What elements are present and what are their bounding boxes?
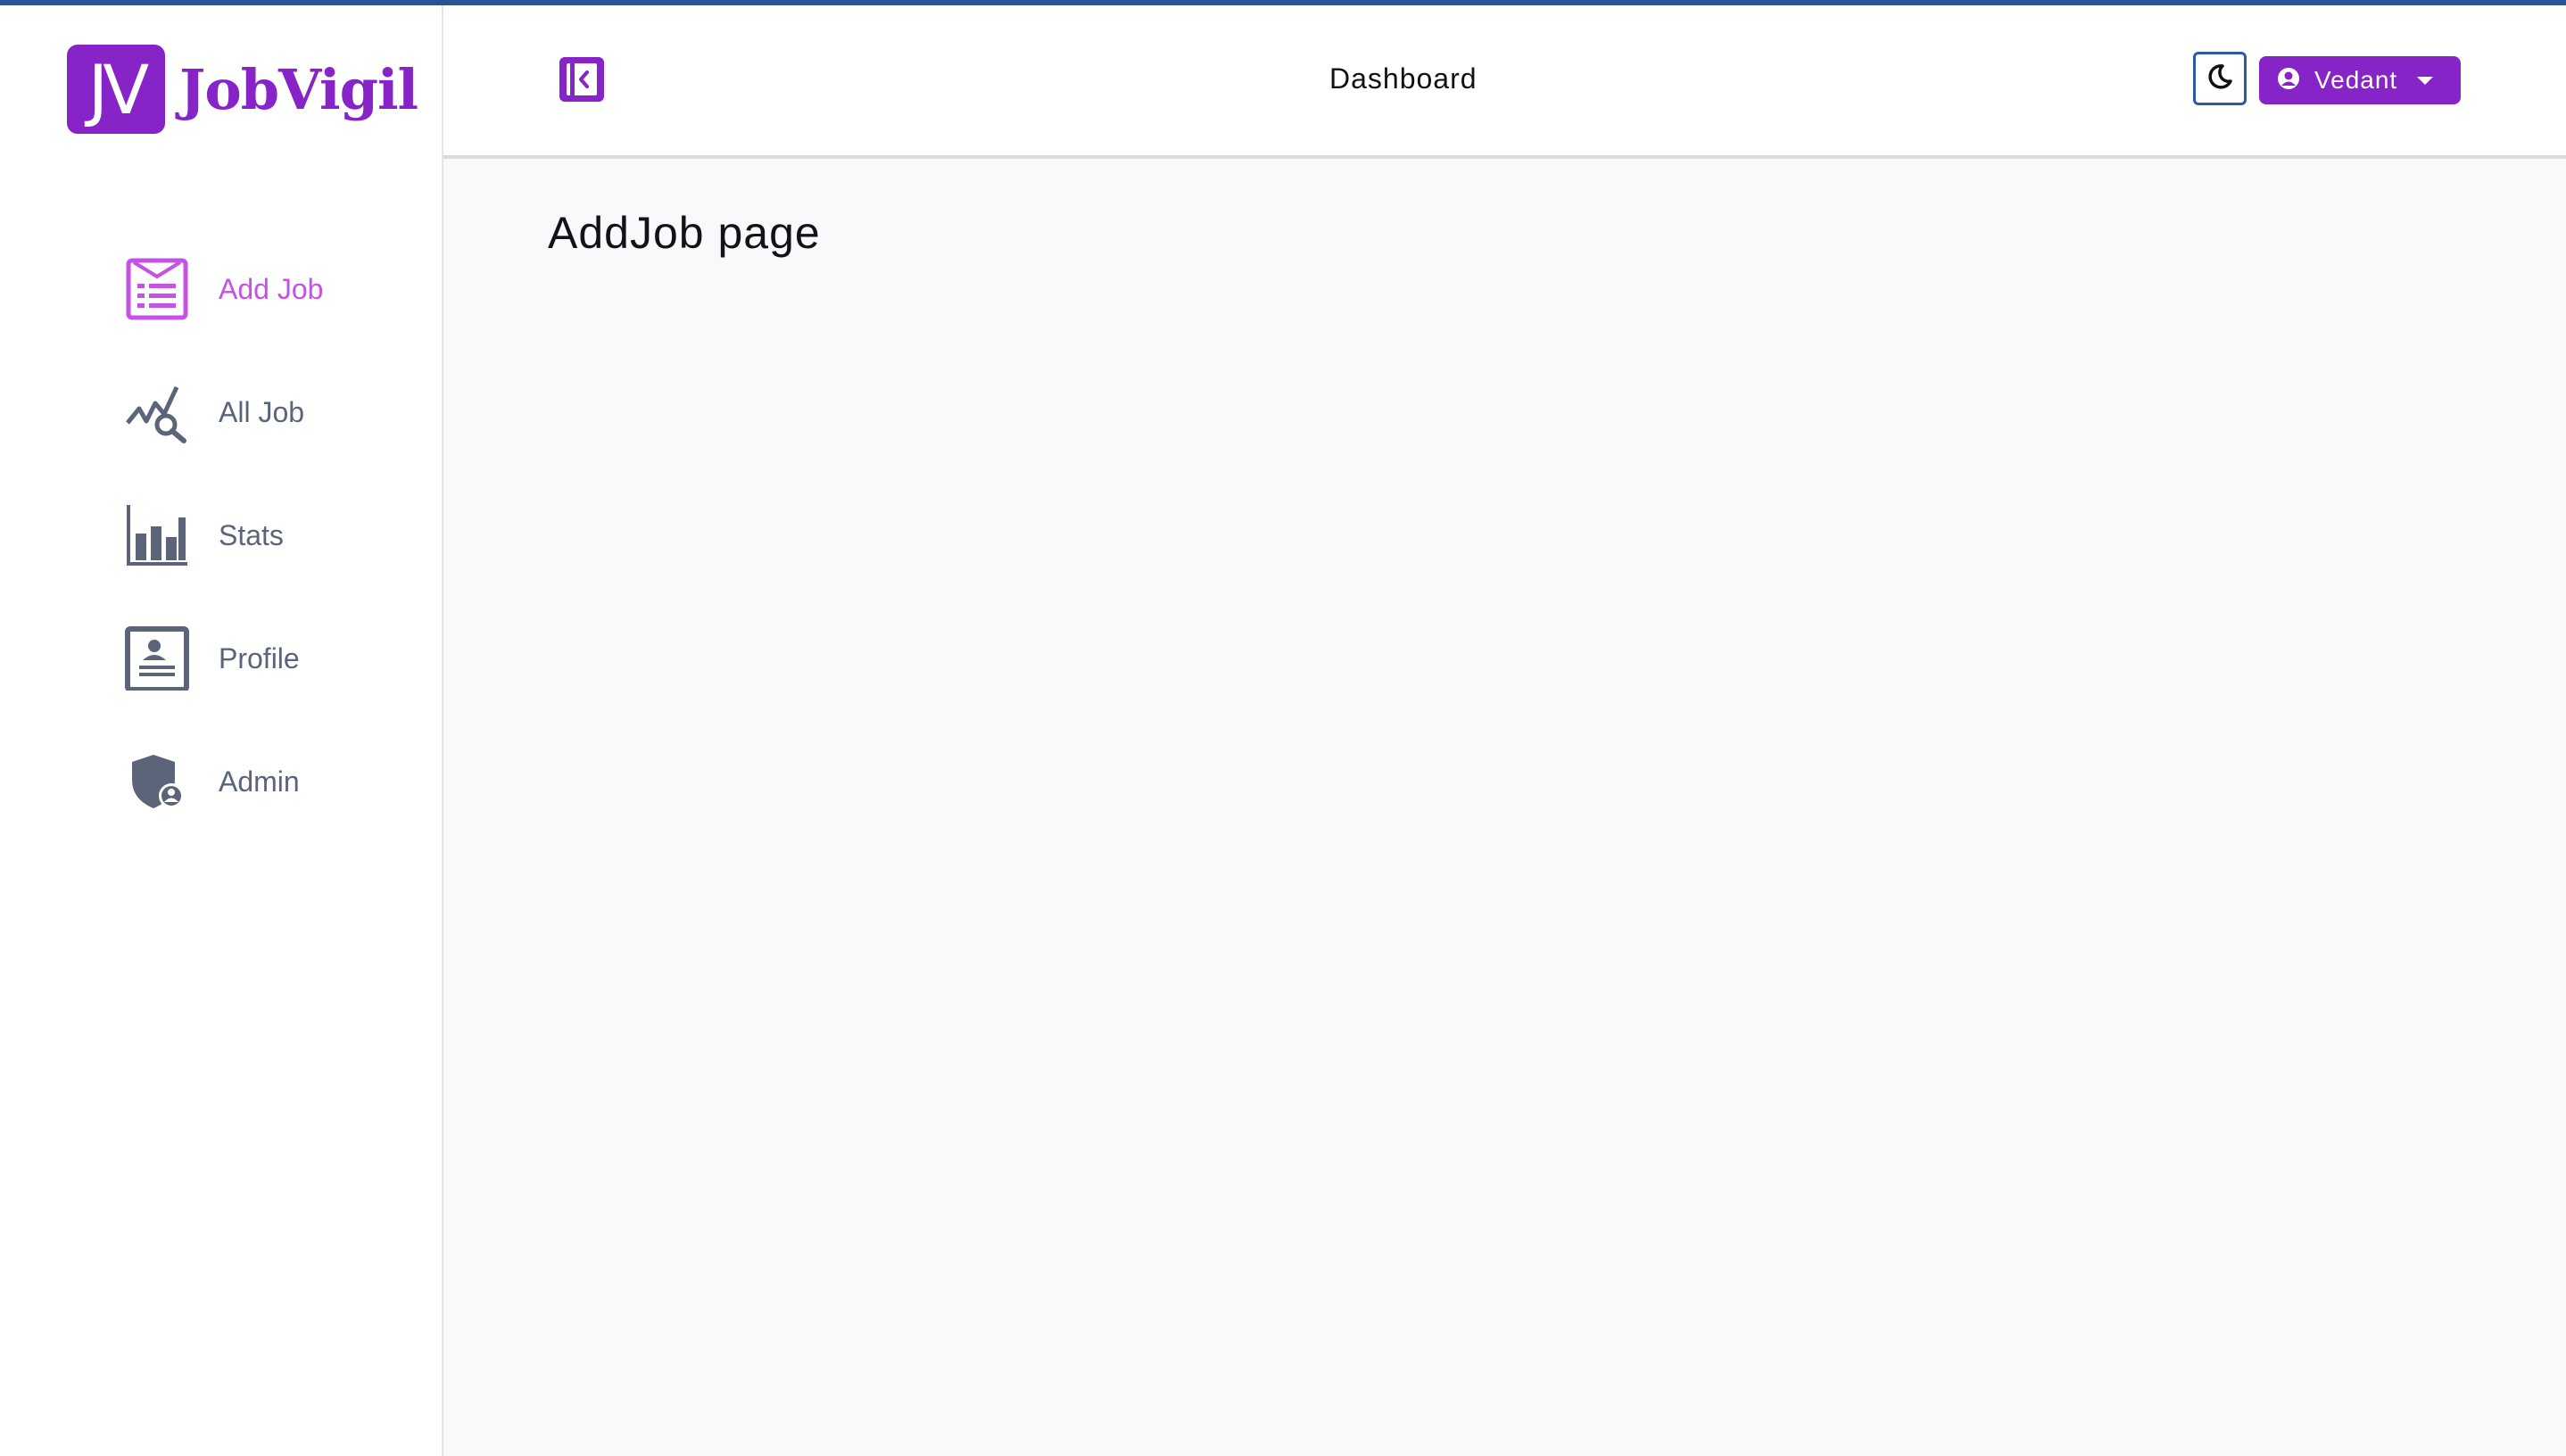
job-search-chart-icon — [125, 376, 189, 448]
admin-shield-icon — [125, 746, 189, 817]
sidebar-item-admin[interactable]: Admin — [125, 746, 323, 817]
user-name: Vedant — [2314, 66, 2398, 94]
theme-toggle-button[interactable] — [2193, 52, 2247, 105]
page-title: Dashboard — [1329, 62, 1478, 95]
sidebar-item-label: Add Job — [219, 272, 324, 305]
logo-mark: JV — [67, 45, 165, 134]
sidebar-toggle-button[interactable] — [558, 55, 606, 103]
main-content: AddJob page — [443, 159, 2566, 1456]
add-job-form-icon — [125, 253, 189, 325]
user-menu-button[interactable]: Vedant — [2259, 56, 2461, 104]
sidebar-item-add-job[interactable]: Add Job — [125, 253, 323, 325]
brand-name: JobVigil — [179, 56, 418, 122]
sidebar-toggle-icon — [558, 57, 606, 107]
sidebar-item-stats[interactable]: Stats — [125, 500, 323, 571]
page-heading: AddJob page — [548, 208, 821, 258]
moon-icon — [2206, 63, 2233, 95]
sidebar-item-label: All Job — [219, 395, 305, 428]
brand-logo[interactable]: JV JobVigil — [67, 45, 418, 134]
user-circle-icon — [2277, 67, 2300, 95]
sidebar-item-label: Stats — [219, 518, 284, 551]
sidebar-item-label: Profile — [219, 641, 300, 674]
bar-chart-icon — [125, 500, 189, 571]
caret-down-icon — [2417, 76, 2434, 85]
top-header: Dashboard Vedant — [443, 5, 2566, 159]
sidebar-item-profile[interactable]: Profile — [125, 623, 323, 694]
sidebar: JV JobVigil Add Job All Job Stats Profil… — [0, 5, 443, 1456]
sidebar-nav: Add Job All Job Stats Profile Admin — [125, 253, 323, 869]
sidebar-item-all-job[interactable]: All Job — [125, 376, 323, 448]
sidebar-item-label: Admin — [219, 765, 300, 798]
profile-card-icon — [125, 623, 189, 694]
